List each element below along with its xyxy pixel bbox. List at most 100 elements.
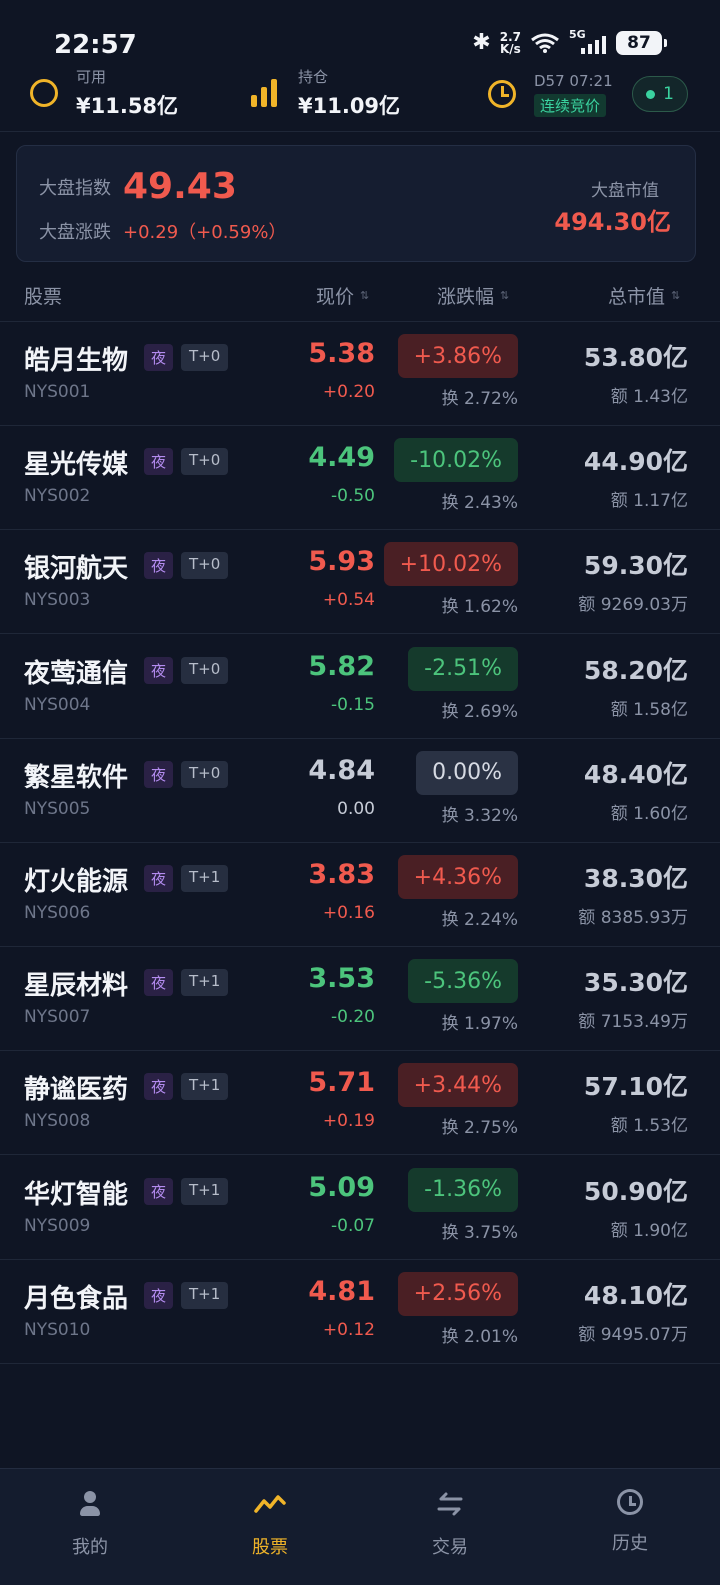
market-index-card: 大盘指数 49.43 大盘涨跌 +0.29（+0.59%） 大盘市值 494.3… (16, 145, 696, 262)
stock-list-header: 股票 现价 ⇅ 涨跌幅 ⇅ 总市值 ⇅ (0, 270, 720, 322)
trade-amount: 额 1.53亿 (610, 1116, 688, 1137)
stock-price: 5.09 (308, 1171, 375, 1203)
nav-label: 我的 (72, 1537, 108, 1558)
stock-code: NYS002 (24, 486, 91, 507)
stock-row[interactable]: 月色食品夜 T+1 NYS010 4.81 +0.12 +2.56% 换 2.01% 48.1… (0, 1260, 720, 1364)
column-stock: 股票 (24, 282, 62, 309)
stock-tags: 夜 T+0 (144, 760, 229, 788)
stock-tags: 夜 T+0 (144, 344, 229, 371)
stock-market-cap: 35.30亿 (583, 968, 688, 998)
trade-amount: 额 1.90亿 (610, 1220, 688, 1241)
stock-delta: -0.07 (331, 1215, 375, 1236)
column-market-cap-label: 总市值 (608, 286, 666, 308)
stock-name: 星辰材料 (24, 971, 129, 1002)
trade-amount: 额 7153.49万 (578, 1012, 688, 1033)
stock-price: 4.84 (308, 754, 375, 786)
stock-row[interactable]: 皓月生物夜 T+0 NYS001 5.38 +0.20 +3.86% 换 2.72% 53.8… (0, 322, 720, 426)
nav-item-history[interactable]: 历史 (540, 1469, 720, 1585)
wifi-icon (531, 33, 559, 53)
stock-name: 银河航天 (24, 554, 129, 585)
trade-amount: 额 1.43亿 (610, 387, 688, 407)
stock-market-cap: 57.10亿 (583, 1072, 688, 1102)
stock-code: NYS010 (24, 1319, 91, 1340)
stock-delta: +0.19 (322, 1111, 375, 1132)
nav-item-mine[interactable]: 我的 (0, 1469, 180, 1585)
swap-icon (437, 1492, 463, 1516)
sort-price-button[interactable]: 现价 ⇅ (316, 282, 369, 309)
nav-item-trade[interactable]: 交易 (360, 1469, 540, 1585)
stock-delta: -0.15 (331, 694, 375, 715)
stock-market-cap: 50.90亿 (583, 1176, 688, 1206)
trade-amount: 额 9269.03万 (578, 595, 688, 616)
stock-code: NYS005 (24, 798, 91, 819)
trading-phase-badge: 连续竞价 (534, 94, 607, 117)
bottom-nav: 我的 股票 交易 历史 (0, 1468, 720, 1585)
stock-code: NYS008 (24, 1111, 91, 1132)
stock-row[interactable]: 星辰材料夜 T+1 NYS007 3.53 -0.20 -5.36% 换 1.97% 35.3… (0, 947, 720, 1052)
settlement-tag: T+1 (181, 1281, 229, 1309)
stock-price: 5.71 (308, 1067, 375, 1099)
change-pct-badge: +2.56% (397, 1271, 518, 1316)
stock-delta: +0.20 (322, 382, 375, 402)
cell-signal: 5G (569, 28, 607, 54)
market-cap-value: 494.30亿 (554, 208, 671, 236)
net-speed: 2.7 K/s (500, 31, 521, 55)
stock-row[interactable]: 华灯智能夜 T+1 NYS009 5.09 -0.07 -1.36% 换 3.75% 50.9… (0, 1156, 720, 1260)
status-icons: ✱ 2.7 K/s 5G 87 (472, 28, 667, 55)
stock-market-cap: 53.80亿 (583, 343, 688, 372)
stock-row[interactable]: 繁星软件夜 T+0 NYS005 4.84 0.00 0.00% 换 3.32% 48.40亿… (0, 739, 720, 843)
change-pct-badge: +4.36% (397, 855, 518, 899)
stock-delta: -0.20 (331, 1007, 375, 1028)
stock-market-cap: 58.20亿 (583, 655, 688, 685)
stock-tags: 夜 T+1 (144, 969, 229, 997)
column-price-label: 现价 (316, 286, 355, 308)
signal-icon (581, 35, 606, 54)
turnover-rate: 换 2.01% (441, 1326, 518, 1347)
available-label: 可用 (76, 68, 107, 86)
trade-amount: 额 1.58亿 (610, 699, 688, 720)
turnover-rate: 换 2.24% (441, 910, 518, 930)
stock-row[interactable]: 银河航天夜 T+0 NYS003 5.93 +0.54 +10.02% 换 1.62% 59.… (0, 530, 720, 635)
stock-tags: 夜 T+0 (144, 552, 229, 580)
nav-item-stocks[interactable]: 股票 (180, 1469, 360, 1585)
stock-row[interactable]: 夜莺通信夜 T+0 NYS004 5.82 -0.15 -2.51% 换 2.69% 58.2… (0, 635, 720, 739)
turnover-rate: 换 2.43% (441, 493, 518, 514)
change-pct-badge: -10.02% (394, 438, 518, 483)
stock-market-cap: 44.90亿 (583, 447, 688, 477)
net-speed-value: 2.7 (499, 29, 521, 44)
turnover-rate: 换 2.69% (441, 701, 518, 722)
status-bar: 22:57 ✱ 2.7 K/s 5G 87 (0, 0, 720, 60)
stock-row[interactable]: 静谧医药夜 T+1 NYS008 5.71 +0.19 +3.44% 换 2.75% 57.1… (0, 1051, 720, 1156)
change-pct-badge: -1.36% (408, 1167, 518, 1212)
stock-price: 5.38 (308, 338, 375, 369)
sort-icon: ⇅ (671, 289, 681, 302)
stock-market-cap: 48.10亿 (583, 1280, 688, 1310)
stock-price: 4.81 (308, 1275, 375, 1307)
net-speed-unit: K/s (499, 41, 521, 56)
sort-market-cap-button[interactable]: 总市值 ⇅ (608, 282, 680, 309)
sort-change-button[interactable]: 涨跌幅 ⇅ (437, 282, 509, 309)
stock-market-cap: 48.40亿 (583, 759, 688, 789)
nav-label: 股票 (252, 1537, 288, 1558)
trend-icon (254, 1495, 286, 1513)
stock-code: NYS006 (24, 903, 91, 923)
sort-icon: ⇅ (500, 289, 510, 302)
stock-name: 星光传媒 (24, 450, 129, 481)
stock-price: 5.93 (308, 546, 375, 578)
stock-code: NYS004 (24, 694, 91, 715)
stock-name: 夜莺通信 (24, 658, 129, 689)
turnover-rate: 换 3.32% (441, 805, 518, 826)
night-tag: 夜 (144, 448, 174, 476)
stock-row[interactable]: 星光传媒夜 T+0 NYS002 4.49 -0.50 -10.02% 换 2.43% 44.… (0, 426, 720, 531)
stock-tags: 夜 T+1 (144, 1177, 229, 1205)
stock-row[interactable]: 灯火能源夜 T+1 NYS006 3.83 +0.16 +4.36% 换 2.24% 38.3… (0, 843, 720, 947)
night-tag: 夜 (144, 656, 174, 684)
settlement-tag: T+1 (181, 865, 229, 892)
online-count-button[interactable]: 1 (632, 76, 688, 112)
night-tag: 夜 (144, 1177, 174, 1205)
status-time: 22:57 (54, 30, 137, 60)
history-icon (617, 1489, 643, 1515)
battery-icon: 87 (616, 30, 667, 55)
change-pct-badge: +3.44% (397, 1063, 518, 1108)
stock-name: 华灯智能 (24, 1179, 129, 1210)
